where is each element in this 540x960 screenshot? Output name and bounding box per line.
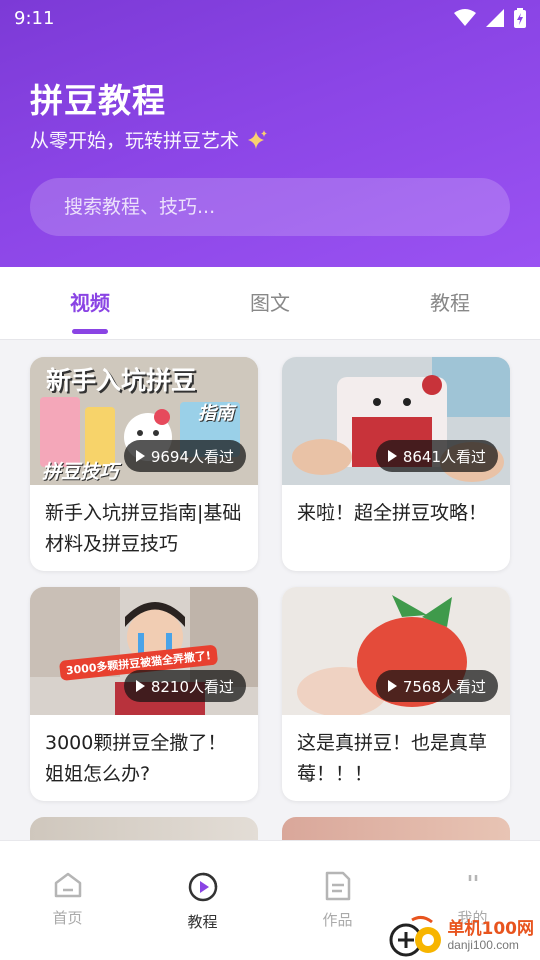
video-thumbnail: 新手入坑拼豆 指南 拼豆技巧 9694人看过 <box>30 357 258 485</box>
tab-active-indicator <box>72 329 108 334</box>
views-count: 9694人看过 <box>150 447 234 466</box>
user-icon <box>468 875 477 881</box>
views-badge: 8210人看过 <box>123 670 246 702</box>
page-title: 拼豆教程 <box>30 81 166 120</box>
tab-tutorial[interactable]: 教程 <box>360 267 540 339</box>
watermark-logo <box>389 915 441 957</box>
tab-label: 教程 <box>430 291 470 315</box>
watermark-url: danji100.com <box>447 937 519 952</box>
views-count: 8210人看过 <box>150 677 234 696</box>
video-thumbnail: 7568人看过 <box>282 587 510 715</box>
play-circle-icon <box>188 872 217 902</box>
search-input[interactable] <box>64 196 510 218</box>
tab-label: 图文 <box>250 291 290 315</box>
tab-video[interactable]: 视频 <box>0 267 180 339</box>
nav-label: 作品 <box>322 911 353 929</box>
views-count: 7568人看过 <box>402 677 486 696</box>
play-icon <box>387 680 397 692</box>
video-card[interactable]: 8641人看过 来啦！超全拼豆攻略！ <box>282 357 510 571</box>
header-banner: 9:11 拼豆教程 从零开始，玩转拼豆艺术 <box>0 0 540 267</box>
nav-tutorial[interactable]: 教程 <box>135 841 270 960</box>
video-card[interactable]: 新手入坑拼豆 指南 拼豆技巧 9694人看过 新手入坑拼豆指南|基础材料及拼豆技… <box>30 357 258 571</box>
tab-label: 视频 <box>70 291 110 315</box>
tab-bar: 视频 图文 教程 <box>0 267 540 340</box>
play-icon <box>135 680 145 692</box>
video-thumbnail: 8641人看过 <box>282 357 510 485</box>
site-watermark: 单机100网 danji100.com <box>388 914 535 958</box>
status-time: 9:11 <box>14 7 55 29</box>
watermark-name: 单机100网 <box>447 919 535 940</box>
video-card[interactable]: 3000多颗拼豆被猫全弄撒了! 8210人看过 3000颗拼豆全撒了！姐姐怎么办… <box>30 587 258 801</box>
search-bar[interactable] <box>30 178 510 236</box>
wifi-icon <box>454 9 476 26</box>
thumbnail-caption: 指南 <box>198 403 234 424</box>
home-icon <box>54 872 81 898</box>
nav-home[interactable]: 首页 <box>0 841 135 960</box>
video-title: 来啦！超全拼豆攻略！ <box>297 502 488 524</box>
play-icon <box>135 450 145 462</box>
views-badge: 8641人看过 <box>375 440 498 472</box>
subtitle-text: 从零开始，玩转拼豆艺术 <box>30 130 240 152</box>
signal-icon <box>486 9 504 27</box>
video-title: 新手入坑拼豆指南|基础材料及拼豆技巧 <box>45 502 242 555</box>
video-thumbnail: 3000多颗拼豆被猫全弄撒了! 8210人看过 <box>30 587 258 715</box>
tab-article[interactable]: 图文 <box>180 267 360 339</box>
views-badge: 7568人看过 <box>375 670 498 702</box>
thumbnail-caption: 拼豆技巧 <box>42 461 119 483</box>
status-bar: 9:11 <box>14 6 526 30</box>
nav-works[interactable]: 作品 <box>270 841 405 960</box>
status-icons <box>454 8 526 28</box>
sparkle-icon <box>248 129 268 149</box>
battery-icon <box>514 8 526 28</box>
nav-label: 教程 <box>187 913 218 931</box>
play-icon <box>387 450 397 462</box>
document-icon <box>325 871 350 901</box>
nav-label: 首页 <box>52 909 83 927</box>
video-title: 这是真拼豆！也是真草莓！！！ <box>297 732 488 785</box>
thumbnail-caption: 新手入坑拼豆 <box>46 366 197 395</box>
views-count: 8641人看过 <box>402 447 486 466</box>
views-badge: 9694人看过 <box>123 440 246 472</box>
page-subtitle: 从零开始，玩转拼豆艺术 <box>30 126 269 153</box>
video-card[interactable]: 7568人看过 这是真拼豆！也是真草莓！！！ <box>282 587 510 801</box>
video-title: 3000颗拼豆全撒了！姐姐怎么办? <box>45 732 227 785</box>
